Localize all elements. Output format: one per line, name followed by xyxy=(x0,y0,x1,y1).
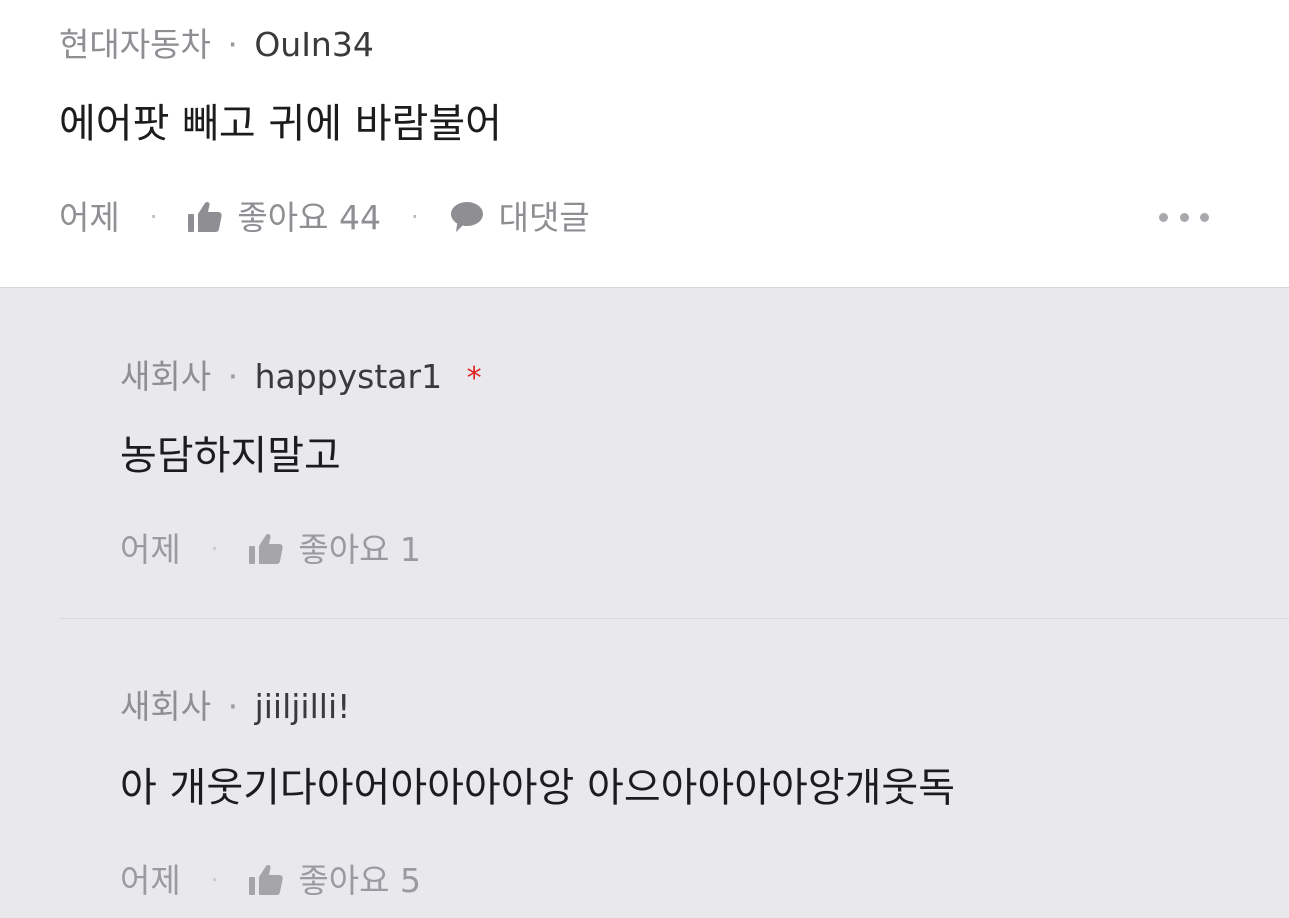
action-separator: · xyxy=(210,866,219,894)
action-separator: · xyxy=(149,203,158,231)
comment-time: 어제 xyxy=(59,197,120,237)
company-name: 현대자동차 xyxy=(59,25,211,64)
like-button[interactable]: 좋아요 1 xyxy=(248,532,421,566)
more-horizontal-icon-dot xyxy=(1200,212,1209,222)
company-name: 새회사 xyxy=(120,687,212,726)
author-nickname[interactable]: jiiljilli! xyxy=(255,687,351,726)
more-options-button[interactable] xyxy=(1159,207,1209,227)
reply-item: 새회사 · happystar1 * 농담하지말고 어제 · 좋아요 1 xyxy=(0,288,1289,619)
more-horizontal-icon-dot xyxy=(1179,212,1189,222)
thumbs-up-icon xyxy=(187,200,223,234)
meta-separator: · xyxy=(227,687,239,726)
reply-meta: 새회사 · happystar1 * xyxy=(120,360,482,394)
meta-separator: · xyxy=(227,357,239,396)
reply-time: 어제 xyxy=(120,529,181,569)
like-label: 좋아요 44 xyxy=(237,197,381,237)
like-button[interactable]: 좋아요 5 xyxy=(248,863,421,897)
author-nickname[interactable]: happystar1 xyxy=(255,357,442,396)
reply-meta: 새회사 · jiiljilli! xyxy=(120,690,350,723)
reply-text: 아 개웃기다아어아아아아앙 아으아아아아앙개웃독 xyxy=(120,765,956,811)
like-button[interactable]: 좋아요 44 xyxy=(187,200,381,234)
reply-time: 어제 xyxy=(120,860,181,900)
reply-actions: 어제 · 좋아요 5 xyxy=(120,863,421,897)
author-badge: * xyxy=(466,361,482,396)
like-label: 좋아요 1 xyxy=(298,529,421,569)
comment-actions: 어제 · 좋아요 44 · 대댓글 xyxy=(59,200,590,234)
reply-text: 농담하지말고 xyxy=(120,433,341,479)
comment-text: 에어팟 빼고 귀에 바람불어 xyxy=(59,101,502,147)
thumbs-up-icon xyxy=(248,863,284,897)
reply-button[interactable]: 대댓글 xyxy=(449,200,590,234)
more-horizontal-icon xyxy=(1159,212,1168,222)
author-nickname[interactable]: OuIn34 xyxy=(254,25,374,64)
action-separator: · xyxy=(410,203,419,231)
comment: 현대자동차 · OuIn34 에어팟 빼고 귀에 바람불어 어제 · 좋아요 4… xyxy=(0,0,1289,287)
company-name: 새회사 xyxy=(120,357,212,396)
replies-section: 새회사 · happystar1 * 농담하지말고 어제 · 좋아요 1 새회사 xyxy=(0,287,1289,918)
reply-item: 새회사 · jiiljilli! 아 개웃기다아어아아아아앙 아으아아아아앙개웃… xyxy=(0,619,1289,918)
meta-separator: · xyxy=(227,25,238,64)
thumbs-up-icon xyxy=(248,532,284,566)
comment-meta: 현대자동차 · OuIn34 xyxy=(59,28,374,61)
action-separator: · xyxy=(210,535,219,563)
reply-label: 대댓글 xyxy=(498,197,590,237)
like-label: 좋아요 5 xyxy=(298,860,421,900)
speech-bubble-icon xyxy=(449,200,485,234)
reply-actions: 어제 · 좋아요 1 xyxy=(120,532,421,566)
